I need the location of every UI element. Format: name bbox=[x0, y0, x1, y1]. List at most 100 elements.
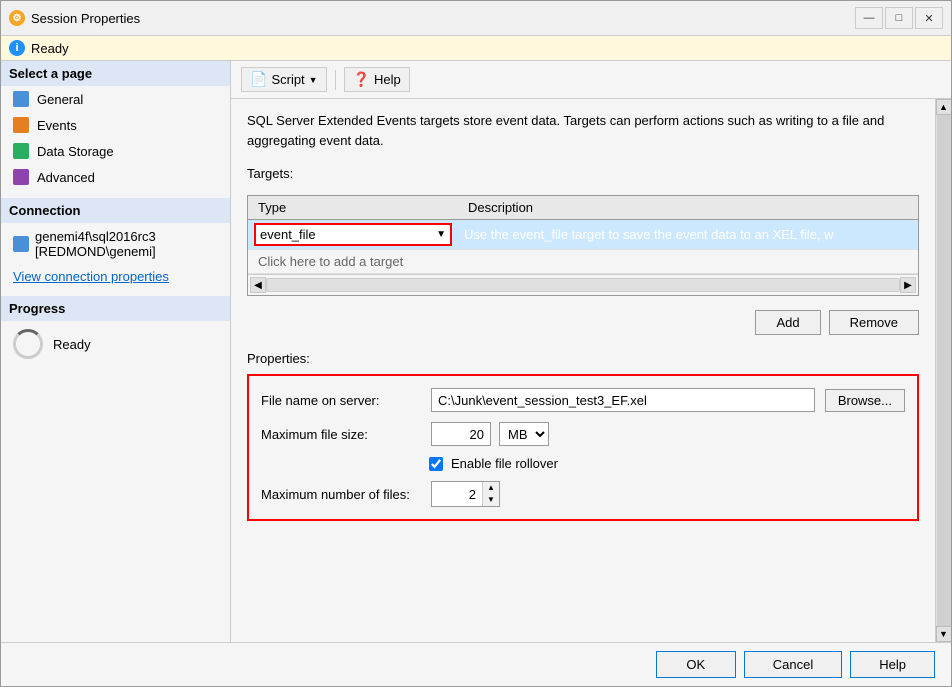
max-files-input[interactable] bbox=[432, 482, 482, 506]
footer-buttons: OK Cancel Help bbox=[1, 642, 951, 686]
connection-info: genemi4f\sql2016rc3 [REDMOND\genemi] bbox=[1, 223, 230, 265]
ok-button[interactable]: OK bbox=[656, 651, 736, 678]
file-name-label: File name on server: bbox=[261, 393, 421, 408]
table-row[interactable]: event_file ▼ Use the event_file target t… bbox=[248, 220, 918, 250]
size-unit-select[interactable]: MB GB KB bbox=[499, 422, 549, 446]
properties-label: Properties: bbox=[247, 351, 919, 366]
status-icon: i bbox=[9, 40, 25, 56]
dropdown-arrow-icon: ▼ bbox=[436, 229, 446, 240]
add-target-row[interactable]: Click here to add a target bbox=[248, 250, 918, 274]
properties-section: Properties: File name on server: Browse.… bbox=[247, 351, 919, 521]
help-label: Help bbox=[374, 72, 401, 87]
help-dialog-button[interactable]: Help bbox=[850, 651, 935, 678]
scroll-down-arrow[interactable]: ▼ bbox=[936, 626, 952, 642]
description-text: SQL Server Extended Events targets store… bbox=[247, 111, 919, 150]
connection-server: genemi4f\sql2016rc3 bbox=[35, 229, 156, 244]
sidebar-item-general[interactable]: General bbox=[1, 86, 230, 112]
script-label: Script bbox=[271, 72, 304, 87]
targets-table-container: Type Description event_file ▼ bbox=[247, 195, 919, 296]
progress-section: Progress Ready bbox=[1, 296, 230, 367]
add-button[interactable]: Add bbox=[755, 310, 820, 335]
sidebar-item-events[interactable]: Events bbox=[1, 112, 230, 138]
connection-header: Connection bbox=[1, 198, 230, 223]
title-bar-left: ⚙ Session Properties bbox=[9, 10, 140, 26]
sidebar-item-label-storage: Data Storage bbox=[37, 144, 114, 159]
enable-rollover-checkbox[interactable] bbox=[429, 457, 443, 471]
advanced-icon bbox=[13, 169, 29, 185]
help-icon: ❓ bbox=[353, 71, 370, 88]
maximize-button[interactable]: □ bbox=[885, 7, 913, 29]
h-scroll-track[interactable] bbox=[266, 278, 900, 292]
sidebar-item-label-events: Events bbox=[37, 118, 77, 133]
connection-icon bbox=[13, 236, 29, 252]
minimize-button[interactable]: — bbox=[855, 7, 883, 29]
type-cell: event_file ▼ bbox=[248, 220, 458, 250]
main-content: Select a page General Events Data Storag… bbox=[1, 61, 951, 642]
connection-user: [REDMOND\genemi] bbox=[35, 244, 156, 259]
file-name-input[interactable] bbox=[431, 388, 815, 412]
title-bar-controls: — □ ✕ bbox=[855, 7, 943, 29]
toolbar-separator bbox=[335, 70, 336, 90]
scroll-left-arrow[interactable]: ◀ bbox=[250, 277, 266, 293]
progress-spinner bbox=[13, 329, 43, 359]
remove-button[interactable]: Remove bbox=[829, 310, 919, 335]
file-name-row: File name on server: Browse... bbox=[261, 388, 905, 412]
progress-content: Ready bbox=[1, 321, 230, 367]
app-icon: ⚙ bbox=[9, 10, 25, 26]
connection-section: Connection genemi4f\sql2016rc3 [REDMOND\… bbox=[1, 198, 230, 288]
view-connection-properties-link[interactable]: View connection properties bbox=[1, 265, 230, 288]
add-target-placeholder[interactable]: Click here to add a target bbox=[248, 250, 918, 274]
session-properties-window: ⚙ Session Properties — □ ✕ i Ready Selec… bbox=[0, 0, 952, 687]
right-panel: 📄 Script ▼ ❓ Help SQL Server Extended Ev… bbox=[231, 61, 951, 642]
window-title: Session Properties bbox=[31, 11, 140, 26]
spin-up-button[interactable]: ▲ bbox=[483, 482, 499, 494]
vertical-scrollbar: ▲ ▼ bbox=[935, 99, 951, 642]
sidebar-item-advanced[interactable]: Advanced bbox=[1, 164, 230, 190]
col-description: Description bbox=[458, 196, 918, 220]
script-icon: 📄 bbox=[250, 71, 267, 88]
close-button[interactable]: ✕ bbox=[915, 7, 943, 29]
max-files-label: Maximum number of files: bbox=[261, 487, 421, 502]
cancel-button[interactable]: Cancel bbox=[744, 651, 842, 678]
spin-down-button[interactable]: ▼ bbox=[483, 494, 499, 506]
toolbar: 📄 Script ▼ ❓ Help bbox=[231, 61, 951, 99]
help-button[interactable]: ❓ Help bbox=[344, 67, 410, 92]
add-remove-row: Add Remove bbox=[247, 310, 919, 335]
sidebar-item-data-storage[interactable]: Data Storage bbox=[1, 138, 230, 164]
content-scroll-wrapper: SQL Server Extended Events targets store… bbox=[231, 99, 951, 642]
select-page-header: Select a page bbox=[1, 61, 230, 86]
status-text: Ready bbox=[31, 41, 69, 56]
max-files-row: Maximum number of files: ▲ ▼ bbox=[261, 481, 905, 507]
events-icon bbox=[13, 117, 29, 133]
status-bar: i Ready bbox=[1, 36, 951, 61]
type-dropdown[interactable]: event_file ▼ bbox=[254, 223, 452, 246]
progress-header: Progress bbox=[1, 296, 230, 321]
enable-rollover-label: Enable file rollover bbox=[451, 456, 558, 471]
left-panel: Select a page General Events Data Storag… bbox=[1, 61, 231, 642]
v-scroll-track[interactable] bbox=[937, 115, 951, 626]
targets-table: Type Description event_file ▼ bbox=[248, 196, 918, 274]
properties-box: File name on server: Browse... Maximum f… bbox=[247, 374, 919, 521]
type-dropdown-value: event_file bbox=[260, 227, 316, 242]
storage-icon bbox=[13, 143, 29, 159]
horizontal-scrollbar: ◀ ▶ bbox=[248, 274, 918, 295]
sidebar-item-label-general: General bbox=[37, 92, 83, 107]
progress-status: Ready bbox=[53, 337, 91, 352]
targets-label: Targets: bbox=[247, 166, 919, 181]
sidebar-item-label-advanced: Advanced bbox=[37, 170, 95, 185]
script-button[interactable]: 📄 Script ▼ bbox=[241, 67, 327, 92]
max-files-spinner: ▲ ▼ bbox=[431, 481, 500, 507]
content-area: SQL Server Extended Events targets store… bbox=[231, 99, 935, 642]
title-bar: ⚙ Session Properties — □ ✕ bbox=[1, 1, 951, 36]
max-file-size-label: Maximum file size: bbox=[261, 427, 421, 442]
size-input[interactable] bbox=[431, 422, 491, 446]
browse-button[interactable]: Browse... bbox=[825, 389, 905, 412]
enable-rollover-row: Enable file rollover bbox=[261, 456, 905, 471]
col-type: Type bbox=[248, 196, 458, 220]
size-row: MB GB KB bbox=[431, 422, 549, 446]
spinner-arrows: ▲ ▼ bbox=[482, 482, 499, 506]
scroll-right-arrow[interactable]: ▶ bbox=[900, 277, 916, 293]
description-cell: Use the event_file target to save the ev… bbox=[458, 220, 918, 250]
connection-details: genemi4f\sql2016rc3 [REDMOND\genemi] bbox=[35, 229, 156, 259]
scroll-up-arrow[interactable]: ▲ bbox=[936, 99, 952, 115]
